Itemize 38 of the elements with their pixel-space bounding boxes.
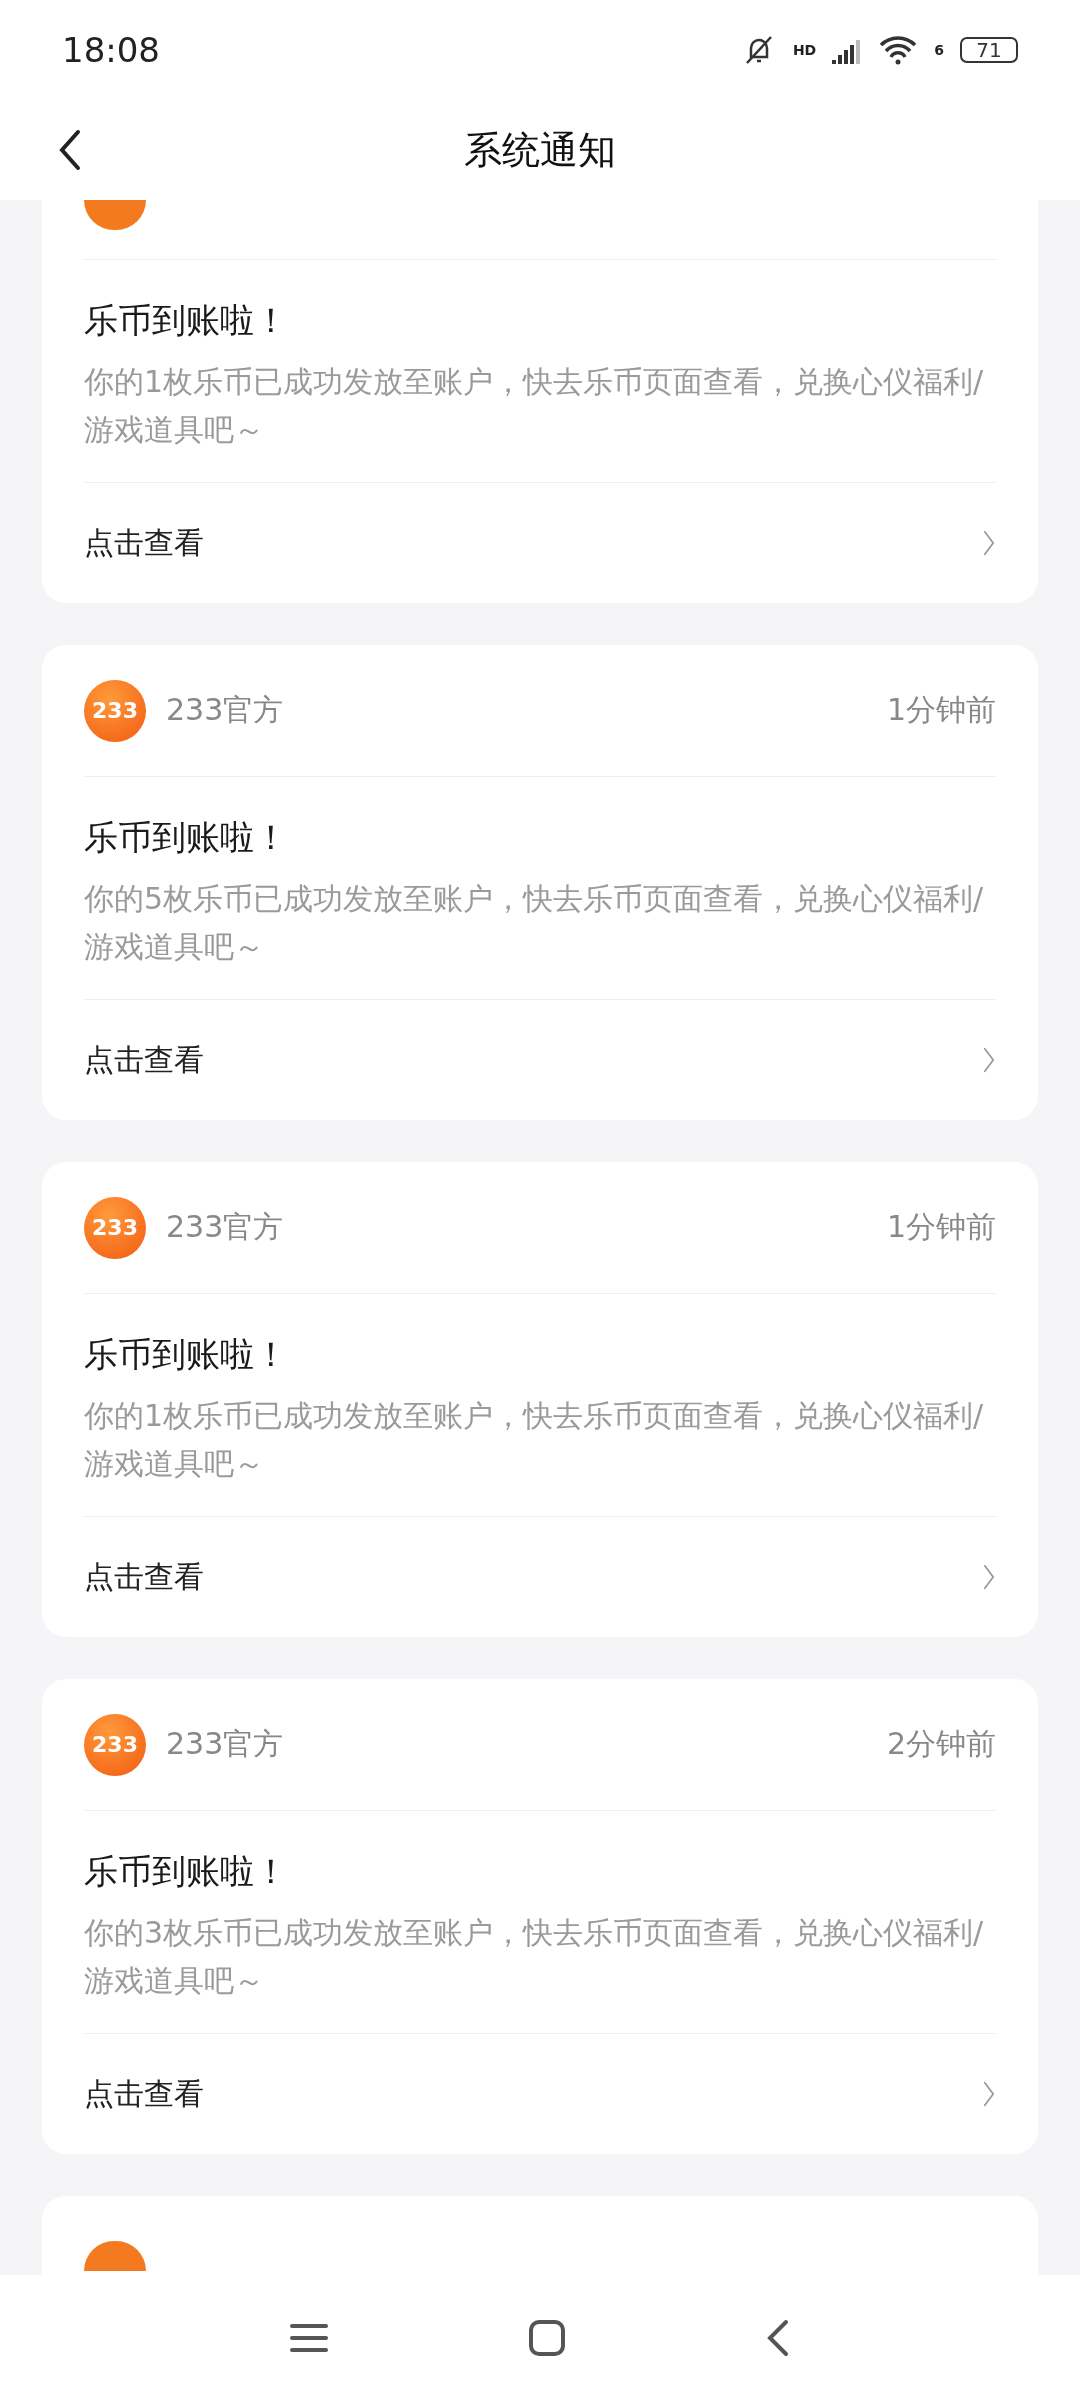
logo-icon: 233 [84,1196,146,1259]
page-title: 系统通知 [464,126,616,174]
message-title: 乐币到账啦！ [84,816,289,859]
message-title: 乐币到账啦！ [84,299,289,342]
wifi-generation: 6 [934,42,944,58]
logo-icon: 233 [84,1713,146,1776]
time-label: 1分钟前 [886,1208,996,1246]
chevron-right-icon [982,2080,996,2108]
network-label: HD [792,42,817,58]
sender-name: 233官方 [166,1208,285,1246]
view-link[interactable]: 点击查看 [84,483,996,603]
chevron-right-icon [982,1563,996,1591]
menu-button[interactable] [290,2321,328,2354]
logo-icon: 233 [84,679,146,742]
back-icon [58,128,82,172]
time-label: 1分钟前 [886,691,996,729]
battery-indicator: 71 [960,37,1018,63]
clock: 18:08 [62,30,160,70]
message-text: 你的3枚乐币已成功发放至账户，快去乐币页面查看，兑换心仪福利/游戏道具吧～ [84,1914,985,2000]
message-text: 你的5枚乐币已成功发放至账户，快去乐币页面查看，兑换心仪福利/游戏道具吧～ [84,880,985,966]
home-icon [528,2318,566,2357]
sender-name: 233官方 [166,691,285,729]
view-link[interactable]: 点击查看 [84,2034,996,2154]
time-label: 2分钟前 [886,1725,996,1763]
wifi-icon [878,35,919,65]
view-link[interactable]: 点击查看 [84,1517,996,1637]
menu-icon [290,2321,328,2354]
message-title: 乐币到账啦！ [84,1850,289,1893]
message-title: 乐币到账啦！ [84,1333,289,1376]
message-text: 你的1枚乐币已成功发放至账户，快去乐币页面查看，兑换心仪福利/游戏道具吧～ [84,363,985,449]
back-icon [766,2317,790,2358]
back-nav-button[interactable] [766,2317,790,2358]
chevron-right-icon [982,529,996,557]
sender-name: 233官方 [166,1725,285,1763]
message-text: 你的1枚乐币已成功发放至账户，快去乐币页面查看，兑换心仪福利/游戏道具吧～ [84,1397,985,1483]
view-link[interactable]: 点击查看 [84,1000,996,1120]
chevron-right-icon [982,1046,996,1074]
home-button[interactable] [528,2318,566,2357]
